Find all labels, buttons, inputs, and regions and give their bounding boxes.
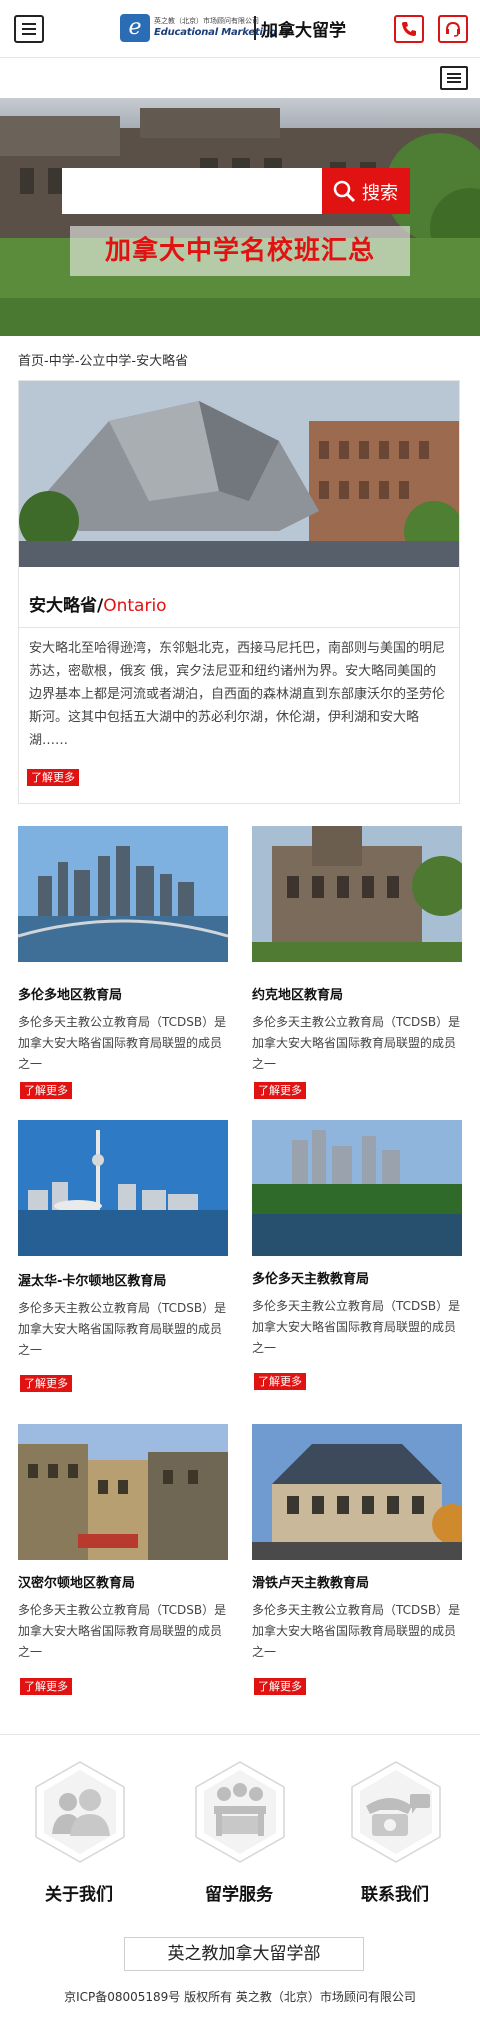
telephone-icon — [351, 1761, 441, 1863]
footer-brand[interactable]: 英之教加拿大留学部 — [124, 1937, 364, 1971]
phone-icon[interactable] — [394, 15, 424, 43]
board-description: 多伦多天主教公立教育局（TCDSB）是加拿大安大略省国际教育局联盟的成员之一 — [18, 1015, 227, 1071]
board-description: 多伦多天主教公立教育局（TCDSB）是加拿大安大略省国际教育局联盟的成员之一 — [252, 1603, 461, 1659]
footer-nav-service[interactable]: 留学服务 — [184, 1760, 294, 1910]
learn-more-button[interactable]: 了解更多 — [254, 1082, 306, 1099]
site-logo[interactable]: e 英之教（北京）市场顾问有限公司 Educational Marketing … — [120, 12, 360, 46]
learn-more-button[interactable]: 了解更多 — [20, 1678, 72, 1695]
footer-nav-contact[interactable]: 联系我们 — [340, 1760, 450, 1910]
footer-nav-about[interactable]: 关于我们 — [24, 1760, 134, 1910]
divider — [19, 627, 459, 628]
secondary-nav-bar — [0, 58, 480, 98]
search-button-label: 搜索 — [362, 183, 398, 204]
toronto-skyline-photo — [18, 826, 228, 962]
learn-more-button[interactable]: 了解更多 — [254, 1678, 306, 1695]
footer-nav-label: 留学服务 — [205, 1885, 273, 1905]
cn-tower-photo — [18, 1120, 228, 1256]
province-name-en: Ontario — [103, 596, 167, 616]
learn-more-button[interactable]: 了解更多 — [20, 1082, 72, 1099]
board-name: 汉密尔顿地区教育局 — [18, 1576, 136, 1591]
board-description: 多伦多天主教公立教育局（TCDSB）是加拿大安大略省国际教育局联盟的成员之一 — [252, 1015, 461, 1071]
board-name: 约克地区教育局 — [252, 988, 344, 1003]
board-description: 多伦多天主教公立教育局（TCDSB）是加拿大安大略省国际教育局联盟的成员之一 — [18, 1603, 227, 1659]
board-name: 多伦多天主教教育局 — [252, 1272, 370, 1287]
board-name: 滑铁卢天主教教育局 — [252, 1576, 370, 1591]
breadcrumb[interactable]: 首页-中学-公立中学-安大略省 — [18, 350, 188, 369]
province-card: 安大略省/Ontario 安大略北至哈得逊湾，东邻魁北克，西接马尼托巴，南部则与… — [18, 380, 460, 804]
board-description: 多伦多天主教公立教育局（TCDSB）是加拿大安大略省国际教育局联盟的成员之一 — [252, 1299, 461, 1355]
search-button[interactable]: 搜索 — [322, 168, 410, 214]
logo-divider — [254, 16, 256, 40]
hero-title: 加拿大中学名校班汇总 — [70, 226, 410, 276]
footer-nav-label: 关于我们 — [45, 1885, 113, 1905]
province-photo — [19, 381, 459, 567]
york-building-photo — [252, 826, 462, 962]
province-name-cn: 安大略省/ — [29, 596, 104, 616]
hero-banner: 搜索 加拿大中学名校班汇总 — [0, 98, 480, 336]
campus-building-photo — [0, 108, 480, 336]
board-name: 多伦多地区教育局 — [18, 988, 123, 1003]
board-card[interactable]: 滑铁卢天主教教育局 多伦多天主教公立教育局（TCDSB）是加拿大安大略省国际教育… — [252, 1424, 462, 1714]
province-description: 安大略北至哈得逊湾，东邻魁北克，西接马尼托巴，南部则与美国的明尼苏达，密歇根，俄… — [29, 641, 446, 748]
hamilton-street-photo — [18, 1424, 228, 1560]
board-card[interactable]: 渥太华-卡尔顿地区教育局 多伦多天主教公立教育局（TCDSB）是加拿大安大略省国… — [18, 1120, 228, 1410]
site-title: 加拿大留学 — [261, 21, 346, 41]
search-icon — [333, 180, 356, 203]
list-menu-icon[interactable] — [440, 66, 468, 90]
waterloo-building-photo — [252, 1424, 462, 1560]
learn-more-button[interactable]: 了解更多 — [254, 1373, 306, 1390]
footer-divider — [0, 1734, 480, 1735]
top-header: e 英之教（北京）市场顾问有限公司 Educational Marketing … — [0, 0, 480, 58]
river-city-photo — [252, 1120, 462, 1256]
menu-icon[interactable] — [14, 15, 44, 43]
board-card[interactable]: 多伦多天主教教育局 多伦多天主教公立教育局（TCDSB）是加拿大安大略省国际教育… — [252, 1120, 462, 1410]
board-card[interactable]: 汉密尔顿地区教育局 多伦多天主教公立教育局（TCDSB）是加拿大安大略省国际教育… — [18, 1424, 228, 1714]
board-card[interactable]: 多伦多地区教育局 多伦多天主教公立教育局（TCDSB）是加拿大安大略省国际教育局… — [18, 826, 228, 1106]
search-input[interactable] — [62, 168, 322, 214]
board-card[interactable]: 约克地区教育局 多伦多天主教公立教育局（TCDSB）是加拿大安大略省国际教育局联… — [252, 826, 462, 1106]
logo-company-cn: 英之教（北京）市场顾问有限公司 — [154, 17, 259, 25]
footer-nav-label: 联系我们 — [361, 1885, 429, 1905]
learn-more-button[interactable]: 了解更多 — [20, 1375, 72, 1392]
board-name: 渥太华-卡尔顿地区教育局 — [18, 1274, 167, 1289]
copyright-text: 京ICP备08005189号 版权所有 英之教（北京）市场顾问有限公司 — [64, 1990, 416, 2004]
province-name: 安大略省/Ontario — [29, 591, 167, 616]
meeting-icon — [195, 1761, 285, 1863]
logo-e-icon: e — [120, 14, 150, 42]
learn-more-button[interactable]: 了解更多 — [27, 769, 79, 786]
headset-icon[interactable] — [438, 15, 468, 43]
people-icon — [35, 1761, 125, 1863]
board-description: 多伦多天主教公立教育局（TCDSB）是加拿大安大略省国际教育局联盟的成员之一 — [18, 1301, 227, 1357]
